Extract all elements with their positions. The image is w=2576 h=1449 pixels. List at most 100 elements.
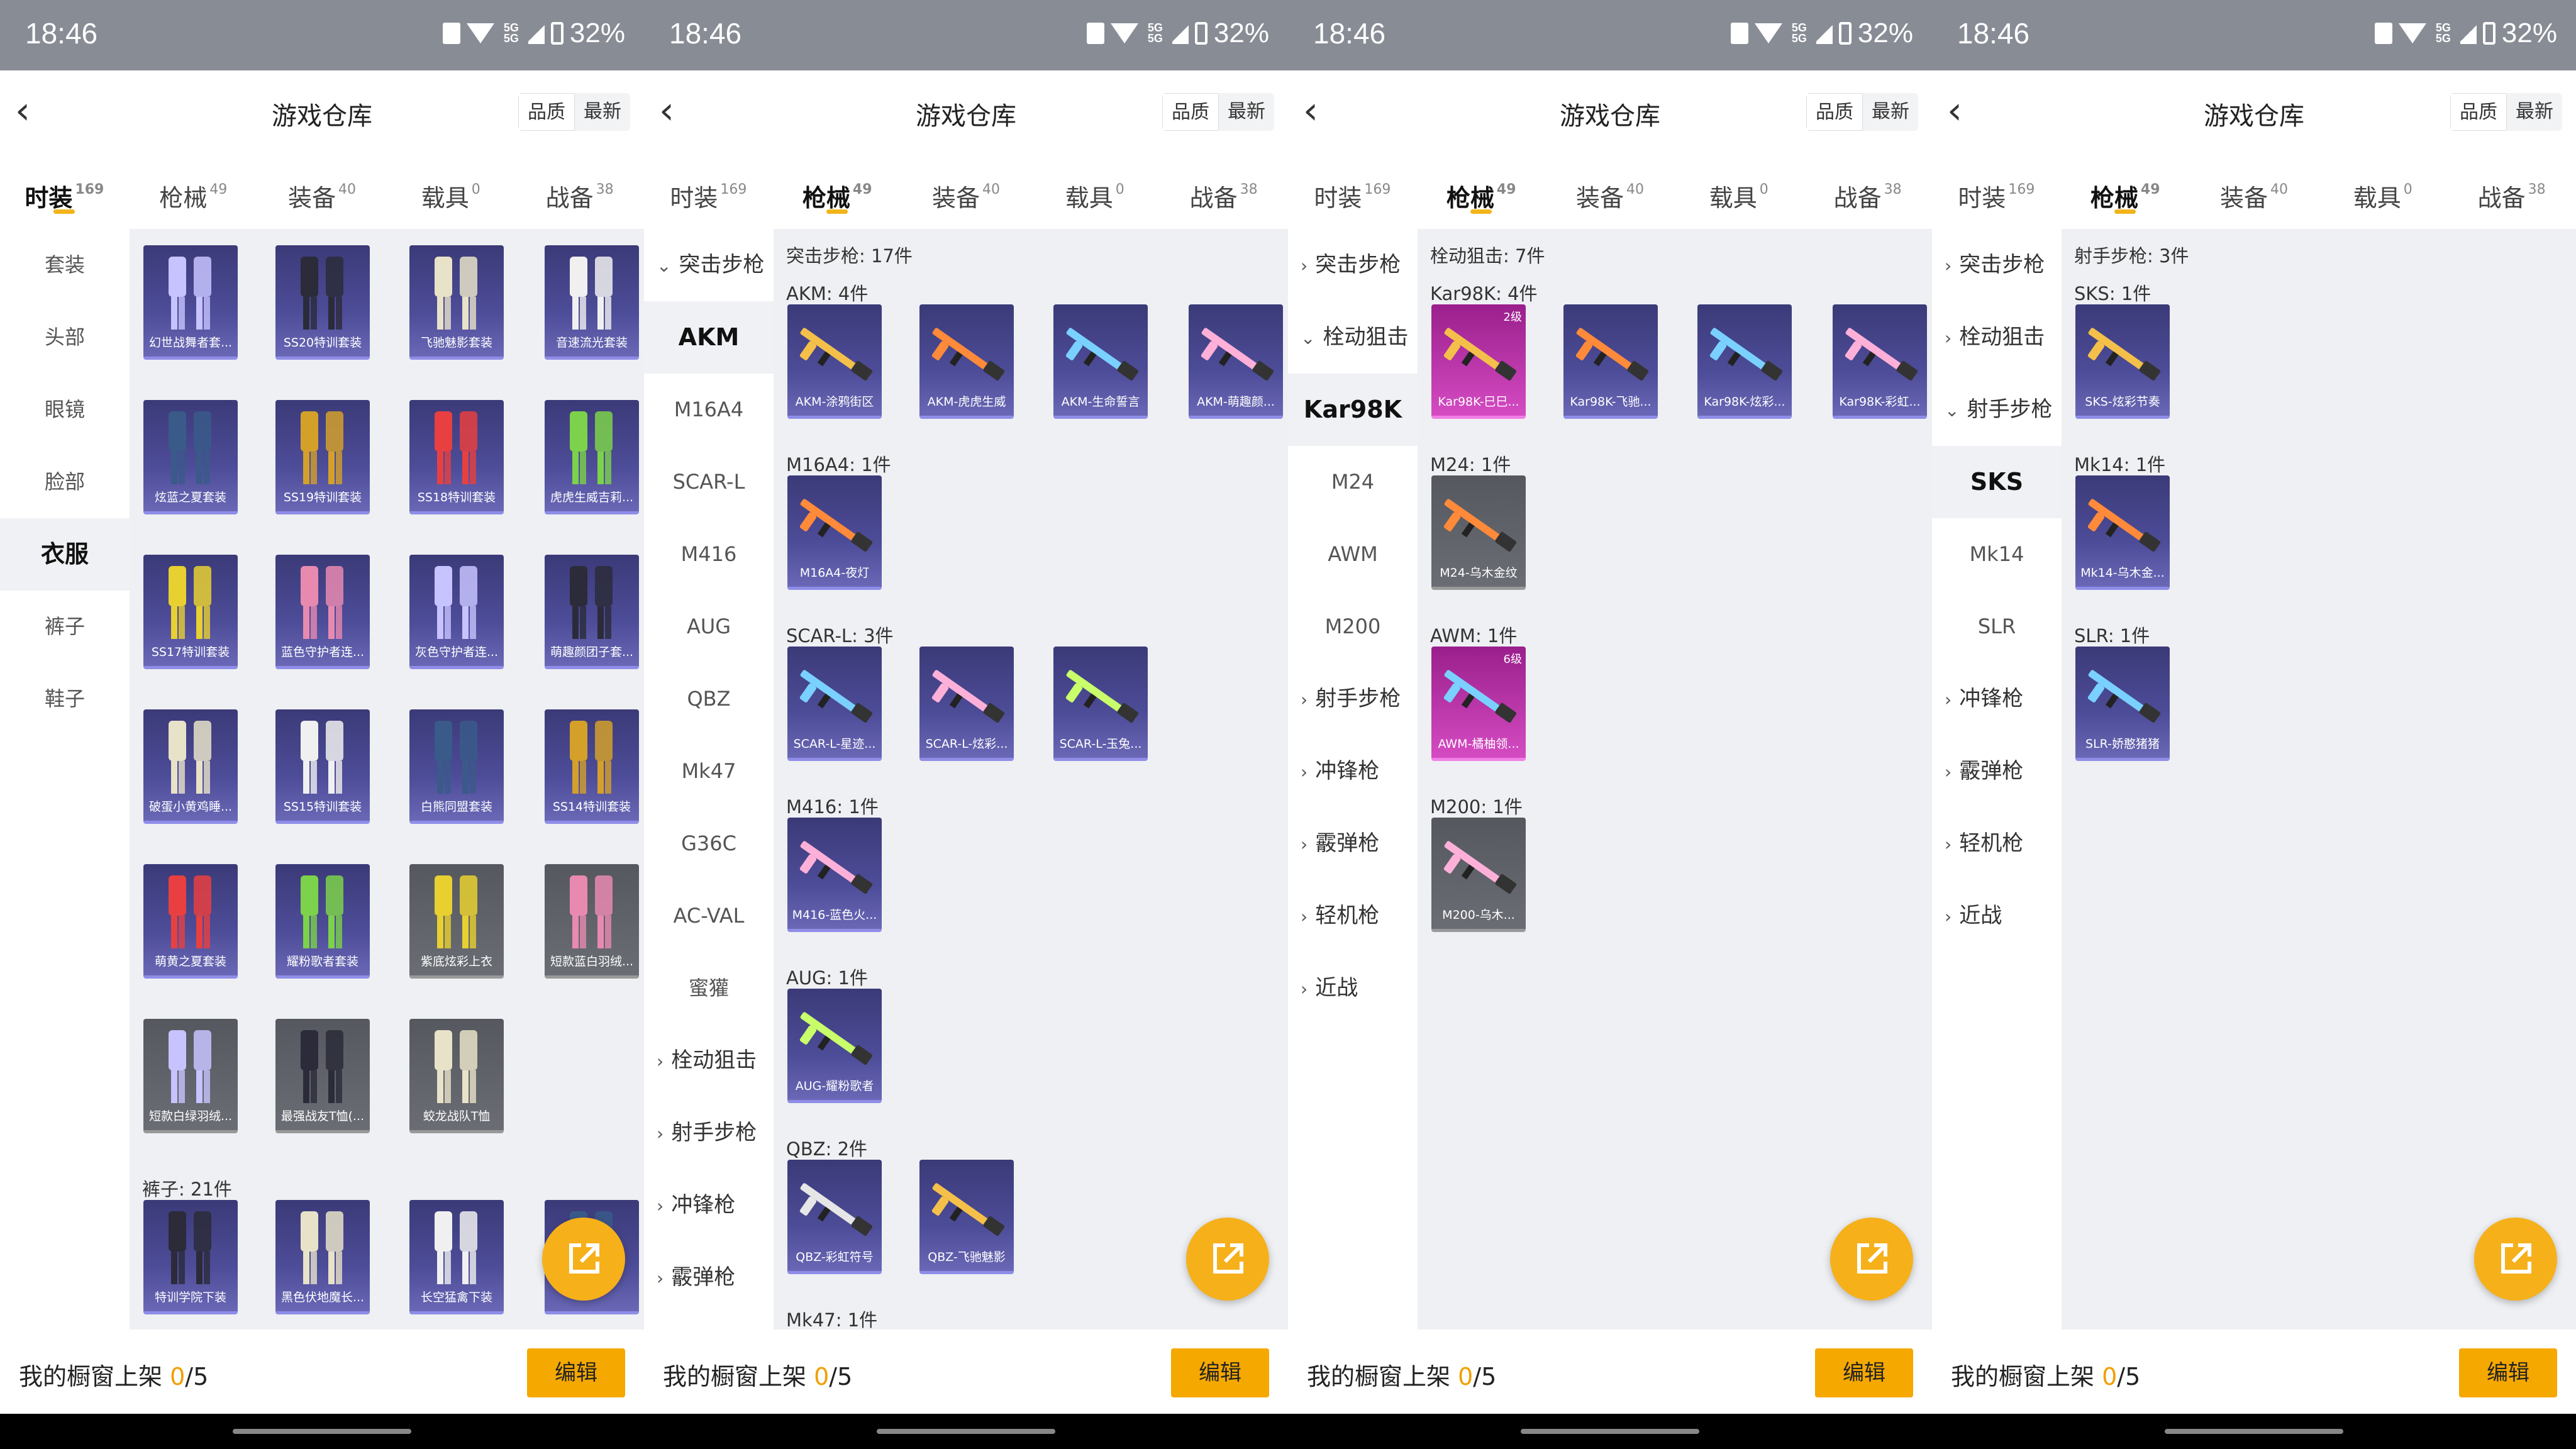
- sidebar-item[interactable]: 蜜獾: [644, 952, 774, 1024]
- sort-toggle[interactable]: 品质 最新: [1162, 93, 1274, 131]
- item-card[interactable]: 长空猛禽下装: [409, 1200, 504, 1314]
- sidebar-category[interactable]: › 栓动狙击: [1932, 301, 2062, 374]
- sidebar-category[interactable]: › 霰弹枪: [1932, 735, 2062, 808]
- item-card[interactable]: QBZ-彩虹符号: [787, 1160, 882, 1274]
- tab-3[interactable]: 载具 0: [1674, 155, 1803, 229]
- sidebar-item[interactable]: M16A4: [644, 374, 774, 446]
- sidebar-item[interactable]: 衣服: [0, 518, 130, 591]
- sidebar-category[interactable]: › 霰弹枪: [644, 1241, 774, 1314]
- item-card[interactable]: Kar98K-彩虹...: [1833, 304, 1927, 419]
- sidebar-item[interactable]: Kar98K: [1288, 374, 1418, 446]
- item-card[interactable]: 虎虎生威吉莉...: [545, 400, 639, 514]
- item-card[interactable]: 萌黄之夏套装: [143, 864, 238, 979]
- item-card[interactable]: 蓝色守护者连...: [275, 555, 370, 669]
- tab-3[interactable]: 载具 0: [2318, 155, 2447, 229]
- item-card[interactable]: SS20特训套装: [275, 245, 370, 360]
- sort-toggle[interactable]: 品质 最新: [1806, 93, 1918, 131]
- item-card[interactable]: SCAR-L-玉兔...: [1053, 647, 1148, 761]
- item-card[interactable]: SS14特训套装: [545, 709, 639, 824]
- sidebar-category[interactable]: ⌄ 突击步枪: [644, 229, 774, 301]
- sidebar-item[interactable]: SCAR-L: [644, 446, 774, 518]
- sidebar-category[interactable]: › 射手步枪: [644, 1097, 774, 1169]
- sidebar-item[interactable]: 脸部: [0, 446, 130, 518]
- item-card[interactable]: 耀粉歌者套装: [275, 864, 370, 979]
- tab-4[interactable]: 战备 38: [515, 155, 644, 229]
- sidebar-category[interactable]: › 冲锋枪: [644, 1169, 774, 1241]
- tab-1[interactable]: 枪械 49: [129, 155, 258, 229]
- share-button[interactable]: [1186, 1218, 1269, 1301]
- tab-0[interactable]: 时装 169: [1932, 155, 2061, 229]
- item-card[interactable]: SLR-娇憨猪猪: [2075, 647, 2170, 761]
- edit-button[interactable]: 编辑: [1171, 1348, 1269, 1397]
- sidebar-item[interactable]: 套装: [0, 229, 130, 301]
- edit-button[interactable]: 编辑: [1815, 1348, 1913, 1397]
- share-button[interactable]: [1830, 1218, 1913, 1301]
- item-card[interactable]: 6级 AWM-橘柚领...: [1431, 647, 1526, 761]
- item-card[interactable]: 短款蓝白羽绒...: [545, 864, 639, 979]
- item-card[interactable]: 白熊同盟套装: [409, 709, 504, 824]
- tab-2[interactable]: 装备 40: [258, 155, 387, 229]
- home-handle[interactable]: [233, 1429, 411, 1434]
- edit-button[interactable]: 编辑: [527, 1348, 625, 1397]
- sidebar-item[interactable]: 裤子: [0, 591, 130, 663]
- tab-2[interactable]: 装备 40: [902, 155, 1031, 229]
- item-card[interactable]: 紫底炫彩上衣: [409, 864, 504, 979]
- tab-0[interactable]: 时装 169: [644, 155, 773, 229]
- sort-toggle[interactable]: 品质 最新: [2450, 93, 2562, 131]
- sidebar-category[interactable]: › 冲锋枪: [1288, 735, 1418, 808]
- sidebar-item[interactable]: AC-VAL: [644, 880, 774, 952]
- item-card[interactable]: AUG-耀粉歌者: [787, 989, 882, 1103]
- item-card[interactable]: 灰色守护者连...: [409, 555, 504, 669]
- item-card[interactable]: 2级 Kar98K-巳巳...: [1431, 304, 1526, 419]
- item-card[interactable]: Mk14-乌木金...: [2075, 475, 2170, 590]
- item-card[interactable]: AKM-生命誓言: [1053, 304, 1148, 419]
- item-card[interactable]: 炫蓝之夏套装: [143, 400, 238, 514]
- tab-0[interactable]: 时装 169: [0, 155, 129, 229]
- sort-latest-button[interactable]: 最新: [575, 93, 630, 131]
- item-card[interactable]: 最强战友T恤(...: [275, 1019, 370, 1133]
- tab-2[interactable]: 装备 40: [2190, 155, 2319, 229]
- sidebar-item[interactable]: M416: [644, 518, 774, 591]
- sidebar-item[interactable]: Mk14: [1932, 518, 2062, 591]
- tab-4[interactable]: 战备 38: [1803, 155, 1932, 229]
- item-card[interactable]: AKM-虎虎生威: [919, 304, 1014, 419]
- item-card[interactable]: SS19特训套装: [275, 400, 370, 514]
- sidebar-item[interactable]: 眼镜: [0, 374, 130, 446]
- tab-1[interactable]: 枪械 49: [1417, 155, 1546, 229]
- item-card[interactable]: AKM-涂鸦街区: [787, 304, 882, 419]
- sidebar-category[interactable]: › 轻机枪: [1288, 880, 1418, 952]
- sidebar-category[interactable]: › 栓动狙击: [644, 1024, 774, 1097]
- item-card[interactable]: SCAR-L-星迹...: [787, 647, 882, 761]
- item-card[interactable]: M16A4-夜灯: [787, 475, 882, 590]
- tab-3[interactable]: 载具 0: [386, 155, 515, 229]
- tab-4[interactable]: 战备 38: [1159, 155, 1288, 229]
- sort-quality-button[interactable]: 品质: [1806, 93, 1863, 131]
- item-card[interactable]: AKM-萌趣颜...: [1189, 304, 1283, 419]
- sort-latest-button[interactable]: 最新: [2507, 93, 2562, 131]
- sidebar-category[interactable]: › 轻机枪: [1932, 808, 2062, 880]
- item-card[interactable]: Kar98K-炫彩...: [1697, 304, 1792, 419]
- item-card[interactable]: 特训学院下装: [143, 1200, 238, 1314]
- sidebar-item[interactable]: 头部: [0, 301, 130, 374]
- item-card[interactable]: M200-乌木...: [1431, 818, 1526, 932]
- sidebar-item[interactable]: AUG: [644, 591, 774, 663]
- sort-latest-button[interactable]: 最新: [1863, 93, 1918, 131]
- sidebar-category[interactable]: › 突击步枪: [1932, 229, 2062, 301]
- sidebar-item[interactable]: AKM: [644, 301, 774, 374]
- item-card[interactable]: 幻世战舞者套...: [143, 245, 238, 360]
- item-card[interactable]: 短款白绿羽绒...: [143, 1019, 238, 1133]
- sidebar-item[interactable]: M24: [1288, 446, 1418, 518]
- sidebar-category[interactable]: › 近战: [1932, 880, 2062, 952]
- sidebar-item[interactable]: M200: [1288, 591, 1418, 663]
- sidebar-item[interactable]: G36C: [644, 808, 774, 880]
- tab-0[interactable]: 时装 169: [1288, 155, 1417, 229]
- item-card[interactable]: M416-蓝色火...: [787, 818, 882, 932]
- item-card[interactable]: 蛟龙战队T恤: [409, 1019, 504, 1133]
- item-card[interactable]: M24-乌木金纹: [1431, 475, 1526, 590]
- sort-quality-button[interactable]: 品质: [518, 93, 575, 131]
- share-button[interactable]: [2474, 1218, 2557, 1301]
- item-card[interactable]: 飞驰魅影套装: [409, 245, 504, 360]
- home-handle[interactable]: [2165, 1429, 2343, 1434]
- sort-quality-button[interactable]: 品质: [2450, 93, 2507, 131]
- sidebar-item[interactable]: 鞋子: [0, 663, 130, 735]
